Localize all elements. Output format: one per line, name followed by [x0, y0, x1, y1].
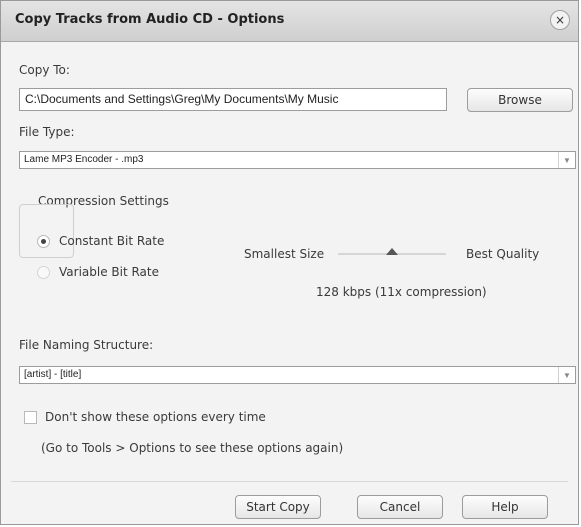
chevron-down-icon: ▼	[558, 152, 575, 168]
variable-bit-rate-label: Variable Bit Rate	[59, 265, 160, 279]
chevron-down-icon: ▼	[558, 367, 575, 383]
copy-to-label: Copy To:	[19, 63, 70, 77]
dont-show-checkbox[interactable]	[24, 411, 37, 424]
constant-bit-rate-label: Constant Bit Rate	[59, 234, 165, 248]
radio-selected-dot	[41, 238, 46, 244]
bitrate-readout: 128 kbps (11x compression)	[316, 285, 487, 299]
close-icon: ×	[554, 13, 566, 27]
file-naming-label: File Naming Structure:	[19, 338, 154, 352]
quality-slider[interactable]	[338, 248, 446, 255]
triangle-up-icon[interactable]	[386, 248, 398, 255]
cancel-button[interactable]: Cancel	[357, 495, 443, 519]
variable-bit-rate-option[interactable]: Variable Bit Rate	[37, 265, 159, 279]
footer-divider	[11, 481, 568, 482]
constant-bit-rate-option[interactable]: Constant Bit Rate	[37, 234, 164, 248]
title-bar: Copy Tracks from Audio CD - Options ×	[1, 1, 578, 42]
slider-max-label: Best Quality	[466, 247, 540, 261]
browse-button-label: Browse	[498, 93, 542, 107]
constant-bit-rate-radio[interactable]	[37, 234, 50, 248]
file-type-selected: Lame MP3 Encoder - .mp3	[24, 154, 144, 165]
browse-button[interactable]: Browse	[467, 88, 573, 112]
help-button[interactable]: Help	[462, 495, 548, 519]
help-label: Help	[491, 500, 519, 514]
dont-show-label: Don't show these options every time	[45, 410, 266, 424]
file-type-select[interactable]: Lame MP3 Encoder - .mp3 ▼	[19, 151, 576, 169]
compression-group-box	[19, 204, 74, 258]
slider-min-label: Smallest Size	[244, 247, 325, 261]
variable-bit-rate-radio[interactable]	[37, 265, 50, 279]
start-copy-button[interactable]: Start Copy	[235, 495, 321, 519]
close-button[interactable]: ×	[550, 10, 570, 30]
copy-to-path-value: C:\Documents and Settings\Greg\My Docume…	[25, 92, 339, 106]
options-hint-text: (Go to Tools > Options to see these opti…	[41, 441, 344, 455]
file-naming-select[interactable]: [artist] - [title] ▼	[19, 366, 576, 384]
file-type-label: File Type:	[19, 125, 75, 139]
cancel-label: Cancel	[379, 500, 421, 514]
copy-to-path-input[interactable]: C:\Documents and Settings\Greg\My Docume…	[19, 88, 447, 111]
file-naming-selected: [artist] - [title]	[24, 369, 82, 380]
start-copy-label: Start Copy	[246, 500, 310, 514]
options-dialog: Copy Tracks from Audio CD - Options × Co…	[0, 0, 579, 525]
dialog-title: Copy Tracks from Audio CD - Options	[15, 12, 285, 27]
